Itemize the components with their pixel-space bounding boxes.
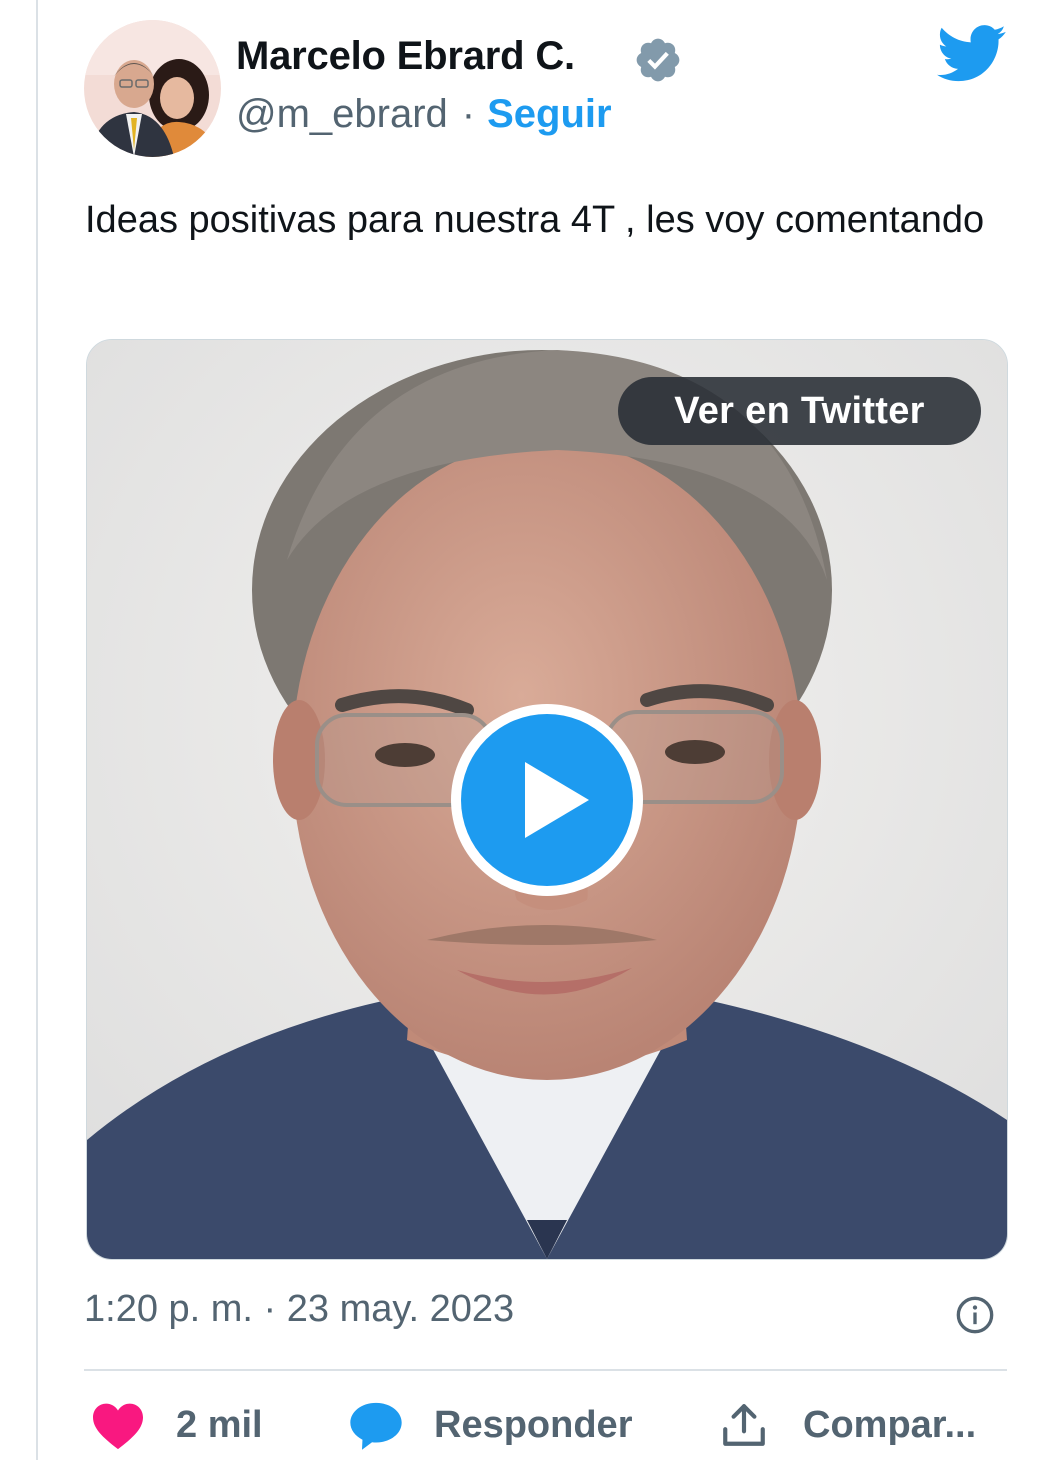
author-handle[interactable]: @m_ebrard	[236, 92, 448, 136]
heart-icon	[93, 1403, 143, 1450]
handle-row: @m_ebrard · Seguir	[236, 92, 612, 137]
share-upload-icon	[723, 1404, 765, 1446]
divider	[84, 1369, 1007, 1371]
info-icon[interactable]	[955, 1295, 995, 1335]
like-button[interactable]: 2 mil	[90, 1390, 263, 1460]
tweet-card: Marcelo Ebrard C. @m_ebrard · Seguir Ideas…	[0, 0, 1043, 1460]
play-icon[interactable]	[447, 700, 647, 900]
reply-button[interactable]: Responder	[348, 1390, 632, 1460]
reply-label: Responder	[434, 1403, 633, 1446]
verified-badge-icon	[636, 38, 680, 82]
share-label: Compar...	[803, 1403, 977, 1446]
separator-dot: ·	[461, 92, 476, 136]
avatar[interactable]	[84, 20, 221, 157]
tweet-text: Ideas positivas para nuestra 4T , les vo…	[85, 199, 985, 241]
tweet-timestamp[interactable]: 1:20 p. m. · 23 may. 2023	[84, 1288, 514, 1331]
share-button[interactable]: Compar...	[719, 1390, 976, 1460]
action-bar: 2 mil Responder Compar...	[0, 1390, 1043, 1460]
author-name[interactable]: Marcelo Ebrard C.	[236, 34, 575, 79]
like-count: 2 mil	[176, 1403, 263, 1446]
view-on-twitter-button[interactable]: Ver en Twitter	[618, 377, 981, 445]
video-player[interactable]: Ver en Twitter	[86, 339, 1008, 1260]
speech-bubble-icon	[350, 1402, 402, 1450]
follow-button[interactable]: Seguir	[487, 92, 611, 136]
twitter-bird-icon[interactable]	[937, 24, 1007, 84]
card-border	[36, 0, 38, 1460]
